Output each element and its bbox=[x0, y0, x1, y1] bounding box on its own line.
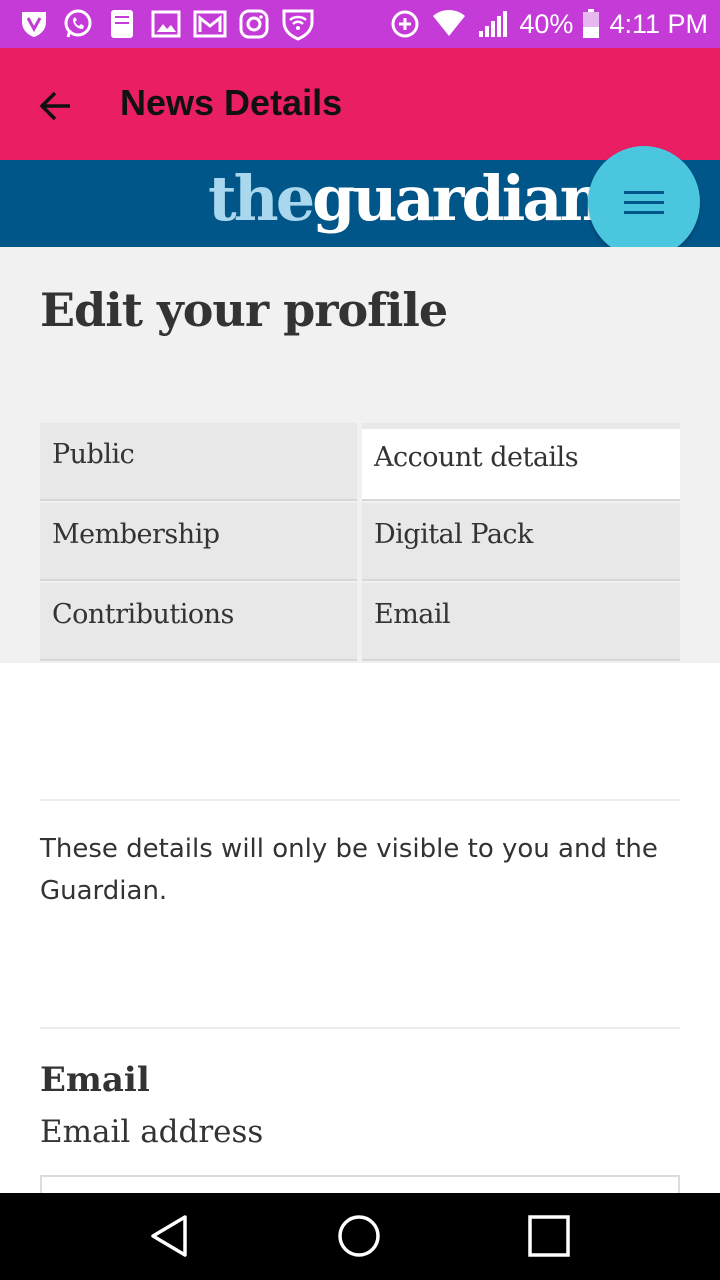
page-title: Edit your profile bbox=[40, 283, 448, 337]
nav-back-icon bbox=[151, 1215, 187, 1257]
divider bbox=[40, 799, 680, 801]
shield-icon bbox=[16, 6, 52, 42]
wifi-icon bbox=[431, 6, 467, 42]
nav-home-button[interactable] bbox=[334, 1211, 384, 1261]
instagram-icon bbox=[236, 6, 272, 42]
battery-percentage: 40% bbox=[519, 8, 574, 39]
status-bar: 40% 4:11 PM bbox=[0, 0, 720, 48]
hamburger-menu-icon bbox=[624, 190, 664, 194]
logo-prefix: the bbox=[208, 162, 315, 235]
clock: 4:11 PM bbox=[609, 8, 708, 39]
menu-button[interactable] bbox=[588, 146, 700, 258]
notification-icons bbox=[16, 6, 316, 42]
image-icon bbox=[148, 6, 184, 42]
tab-account-details[interactable]: Account details bbox=[362, 423, 680, 501]
tab-membership[interactable]: Membership bbox=[40, 503, 357, 581]
logo-main: guardian bbox=[312, 162, 604, 235]
nav-home-icon bbox=[338, 1215, 380, 1257]
profile-section: Edit your profile Public Account details… bbox=[0, 247, 720, 663]
back-button[interactable] bbox=[28, 78, 84, 134]
app-bar-title: News Details bbox=[120, 82, 343, 123]
guardian-header: theguardian bbox=[0, 146, 720, 258]
email-address-label: Email address bbox=[40, 1114, 264, 1150]
data-saver-icon bbox=[387, 6, 423, 42]
nav-recents-button[interactable] bbox=[524, 1211, 574, 1261]
divider bbox=[40, 1027, 680, 1029]
whatsapp-icon bbox=[60, 6, 96, 42]
nav-back-button[interactable] bbox=[144, 1211, 194, 1261]
privacy-note: These details will only be visible to yo… bbox=[40, 834, 658, 906]
guardian-logo[interactable]: theguardian bbox=[208, 162, 605, 235]
arrow-back-icon bbox=[39, 91, 70, 121]
document-icon bbox=[104, 6, 140, 42]
nav-recents-icon bbox=[528, 1215, 570, 1257]
gmail-icon bbox=[192, 6, 228, 42]
wifi-shield-icon bbox=[280, 6, 316, 42]
tab-contributions[interactable]: Contributions bbox=[40, 583, 357, 661]
tab-digital-pack[interactable]: Digital Pack bbox=[362, 503, 680, 581]
tab-email[interactable]: Email bbox=[362, 583, 680, 661]
email-section-heading: Email bbox=[40, 1060, 150, 1100]
signal-icon bbox=[475, 6, 511, 42]
app-bar: News Details bbox=[0, 48, 720, 160]
navigation-bar bbox=[0, 1193, 720, 1280]
tab-public[interactable]: Public bbox=[40, 423, 357, 501]
system-status: 40% 4:11 PM bbox=[387, 0, 708, 48]
battery-icon bbox=[581, 6, 601, 42]
